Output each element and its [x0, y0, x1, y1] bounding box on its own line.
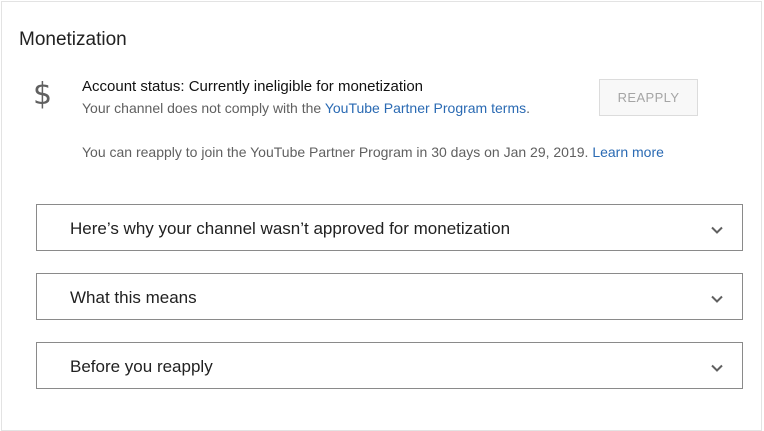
- panel-label: Here’s why your channel wasn’t approved …: [70, 219, 511, 238]
- panel-before-you-reapply[interactable]: Before you reapply: [36, 342, 743, 389]
- panel-label: Before you reapply: [70, 357, 213, 376]
- panel-why-not-approved[interactable]: Here’s why your channel wasn’t approved …: [36, 204, 743, 251]
- panel-label: What this means: [70, 288, 197, 307]
- account-status-detail: Your channel does not comply with the Yo…: [82, 98, 530, 118]
- reapply-button[interactable]: REAPPLY: [599, 79, 698, 116]
- reapply-note-text: You can reapply to join the YouTube Part…: [82, 144, 593, 160]
- dollar-icon: $: [33, 77, 53, 112]
- status-detail-prefix: Your channel does not comply with the: [82, 100, 325, 116]
- page-title: Monetization: [19, 29, 127, 50]
- chevron-down-icon[interactable]: [710, 361, 724, 375]
- reapply-note: You can reapply to join the YouTube Part…: [82, 142, 664, 162]
- chevron-down-icon[interactable]: [710, 223, 724, 237]
- account-status-text: Account status: Currently ineligible for…: [82, 78, 424, 95]
- panel-what-this-means[interactable]: What this means: [36, 273, 743, 320]
- status-detail-suffix: .: [526, 100, 530, 116]
- learn-more-link[interactable]: Learn more: [592, 144, 664, 160]
- monetization-card: Monetization $ Account status: Currently…: [1, 1, 762, 431]
- chevron-down-icon[interactable]: [710, 292, 724, 306]
- partner-program-terms-link[interactable]: YouTube Partner Program terms: [325, 100, 526, 116]
